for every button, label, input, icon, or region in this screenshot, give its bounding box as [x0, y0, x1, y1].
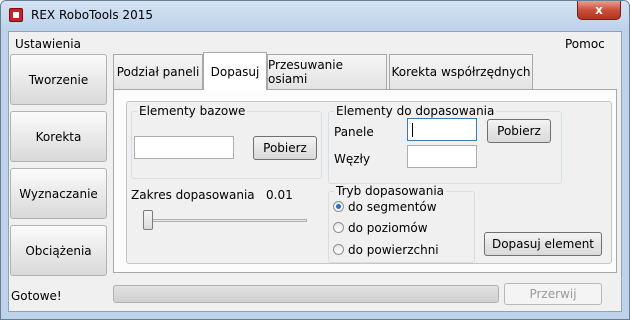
range-value: 0.01 — [266, 188, 293, 202]
panels-label: Panele — [334, 125, 374, 139]
sidebar-button-create[interactable]: Tworzenie — [10, 54, 107, 105]
radio-segments-label[interactable]: do segmentów — [348, 200, 437, 214]
tab-fit[interactable]: Dopasuj — [203, 52, 267, 90]
range-slider-thumb[interactable] — [143, 210, 153, 230]
base-elements-title: Elementy bazowe — [137, 104, 248, 118]
fit-elements-group: Elementy do dopasowania Panele Węzły Pob… — [328, 104, 562, 184]
sidebar-button-loads[interactable]: Obciążenia — [10, 225, 107, 276]
radio-segments[interactable] — [333, 201, 344, 212]
fit-panel: Elementy bazowe Pobierz Elementy do dopa… — [126, 101, 612, 264]
radio-levels-label[interactable]: do poziomów — [348, 221, 428, 235]
fit-mode-title: Tryb dopasowania — [334, 184, 447, 198]
panels-input[interactable] — [407, 118, 477, 141]
title-bar[interactable]: REX RoboTools 2015 x — [1, 1, 629, 31]
nodes-input[interactable] — [407, 145, 477, 168]
range-label: Zakres dopasowania — [131, 188, 255, 202]
menu-help[interactable]: Pomoc — [565, 37, 605, 51]
abort-button[interactable]: Przerwij — [504, 283, 602, 305]
status-text: Gotowe! — [11, 289, 62, 303]
radio-levels[interactable] — [333, 222, 344, 233]
radio-surface[interactable] — [333, 244, 344, 255]
range-slider-track[interactable] — [143, 219, 307, 222]
fit-get-button[interactable]: Pobierz — [487, 119, 551, 143]
app-window: REX RoboTools 2015 x Ustawienia Pomoc Tw… — [0, 0, 630, 320]
fit-elements-title: Elementy do dopasowania — [334, 104, 497, 118]
base-get-button[interactable]: Pobierz — [253, 136, 317, 160]
close-icon: x — [595, 3, 603, 17]
fit-mode-group: Tryb dopasowania do segmentów do poziomó… — [328, 184, 475, 263]
sidebar-button-determine[interactable]: Wyznaczanie — [10, 168, 107, 219]
text-caret — [412, 123, 413, 137]
progress-bar — [113, 285, 499, 303]
radio-surface-label[interactable]: do powierzchni — [348, 243, 439, 257]
menu-settings[interactable]: Ustawienia — [15, 37, 81, 51]
close-button[interactable]: x — [577, 1, 621, 20]
client-area: Ustawienia Pomoc Tworzenie Korekta Wyzna… — [8, 31, 622, 312]
fit-element-button[interactable]: Dopasuj element — [484, 232, 602, 256]
sidebar-button-correction[interactable]: Korekta — [10, 111, 107, 162]
tab-axis-move[interactable]: Przesuwanie osiami — [267, 54, 387, 89]
tab-panel-division[interactable]: Podział paneli — [113, 54, 203, 89]
nodes-label: Węzły — [334, 152, 371, 166]
base-elements-input[interactable] — [134, 136, 234, 159]
base-elements-group: Elementy bazowe Pobierz — [131, 104, 322, 179]
app-logo-icon — [9, 8, 23, 22]
tab-content: ? Elementy bazowe Pobierz Elementy do do… — [113, 89, 617, 273]
window-title: REX RoboTools 2015 — [31, 8, 153, 22]
tab-coordinate-correction[interactable]: Korekta współrzędnych — [389, 54, 533, 89]
